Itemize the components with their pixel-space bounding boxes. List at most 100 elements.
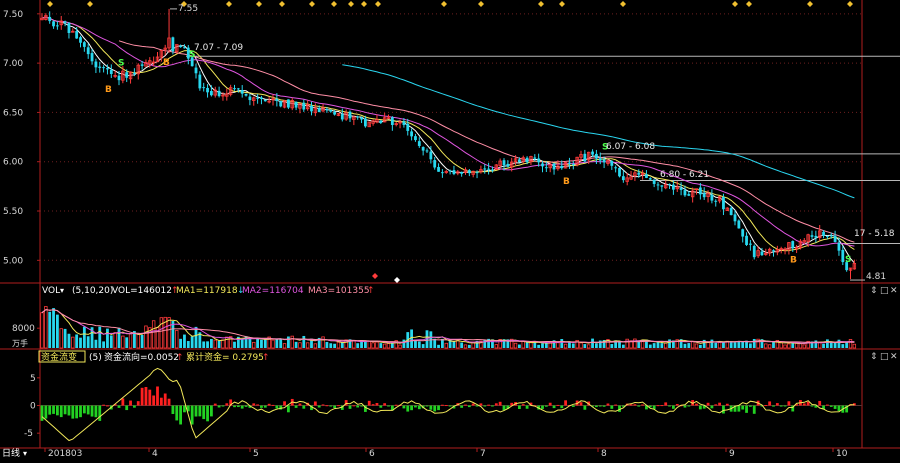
volume-bar: [749, 343, 752, 348]
vol-name[interactable]: VOL: [42, 286, 60, 296]
candle-body: [560, 165, 564, 169]
candle-body: [441, 172, 444, 174]
volume-bar: [837, 339, 841, 348]
period-selector[interactable]: 日线: [2, 447, 20, 459]
candle-body: [63, 21, 67, 23]
indicator-bar: [198, 405, 202, 417]
volume-bar: [121, 335, 125, 349]
indicator-bar: [494, 403, 498, 406]
indicator-bar: [444, 405, 448, 407]
indicator-bar: [48, 405, 52, 415]
volume-bar: [225, 336, 229, 349]
diamond-icon: [226, 1, 232, 7]
candle-body: [602, 159, 606, 163]
volume-bar: [444, 342, 448, 349]
indicator-name[interactable]: 资金流变: [41, 351, 77, 363]
close-icon[interactable]: ✕: [890, 286, 898, 296]
indicator-bar: [779, 405, 783, 407]
candle-body: [822, 231, 825, 236]
volume-bar: [791, 342, 795, 348]
candle-body: [591, 151, 594, 155]
volume-bar: [814, 340, 818, 348]
indicator-bar: [375, 403, 379, 406]
indicator-bar: [714, 404, 718, 406]
volume-bar: [82, 326, 86, 348]
close-icon[interactable]: ✕: [890, 352, 898, 362]
volume-bar: [541, 343, 544, 348]
maximize-icon[interactable]: □: [880, 286, 889, 296]
volume-bar: [752, 338, 756, 348]
diamond-icon: [441, 1, 447, 7]
candle-body: [621, 176, 625, 181]
buy-signal-marker: B: [790, 256, 797, 266]
candle-body: [810, 235, 814, 237]
diamond-icon: [256, 1, 262, 7]
indicator-bar: [595, 405, 598, 408]
indicator-bar: [483, 405, 487, 407]
indicator-bar: [571, 405, 575, 407]
period-dropdown-icon[interactable]: ▾: [23, 449, 27, 458]
indicator-bar: [749, 405, 752, 407]
candle-body: [826, 236, 829, 238]
indicator-bar: [275, 405, 279, 409]
indicator-bar: [183, 405, 186, 413]
indicator-bar: [333, 405, 336, 408]
indicator-header: 资金流变 (5) 资金流向=0.0052 ↑ 累计资金= 0.2795 ↑: [38, 350, 270, 363]
candle-body: [406, 123, 410, 131]
candle-body: [240, 90, 244, 94]
candle-body: [433, 160, 437, 168]
indicator-bar: [367, 400, 371, 406]
volume-bar: [706, 342, 710, 349]
indicator-bar: [283, 401, 286, 406]
candle-body: [518, 159, 521, 163]
resize-icon[interactable]: ⇕: [870, 286, 878, 296]
candle-body: [67, 23, 71, 33]
volume-bar: [371, 342, 375, 349]
resize-icon[interactable]: ⇕: [870, 352, 878, 362]
volume-bar: [194, 326, 198, 348]
volume-bar: [56, 314, 59, 348]
candle-body: [483, 168, 487, 170]
volume-bar: [513, 342, 518, 349]
candle-body: [117, 75, 121, 81]
indicator-bar: [487, 404, 490, 406]
candle-body: [256, 97, 259, 99]
volume-bar: [410, 329, 413, 348]
volume-bar: [260, 339, 263, 348]
price-candles[interactable]: [40, 8, 857, 280]
volume-bar: [282, 343, 287, 349]
stock-chart[interactable]: 7.507.006.506.005.505.00 BS BSBSB S 7.55 4…: [0, 0, 900, 459]
volume-bar: [217, 340, 221, 348]
volume-unit-label: 万手: [12, 338, 28, 348]
volume-bar: [52, 308, 55, 348]
candle-body: [460, 172, 464, 174]
indicator-bar: [117, 405, 121, 408]
volume-bar: [240, 339, 244, 348]
ma60-line: [342, 64, 855, 199]
volume-bar: [67, 333, 71, 348]
indicator-bar: [417, 405, 421, 410]
volume-bar: [117, 327, 121, 348]
volume-tick-label: 8000: [12, 324, 35, 334]
vol-dropdown-icon[interactable]: ▾: [60, 286, 64, 295]
panel-controls[interactable]: ⇕ □ ✕⇕ □ ✕: [870, 286, 898, 362]
indicator-bar: [79, 405, 82, 418]
chart-window[interactable]: 7.50 7.00 6.50 6.00 5.50 5.00 BSBSBSBS 7.55 4…: [0, 0, 900, 459]
indicator-bar: [722, 405, 725, 414]
candle-body: [202, 87, 206, 89]
indicator-bar: [544, 405, 548, 407]
candle-body: [452, 170, 456, 175]
volume-bar: [329, 343, 333, 348]
x-axis: 日线 ▾ 201803 4 5 6 7 8 9 10: [2, 447, 848, 459]
indicator-bar: [383, 403, 387, 406]
volume-bar: [841, 344, 845, 348]
volume-bar: [256, 338, 259, 348]
volume-bar: [714, 342, 718, 348]
candle-body: [244, 93, 248, 96]
price-y-axis: 7.50 7.00 6.50 6.00 5.50 5.00: [3, 10, 40, 266]
candle-body: [317, 107, 321, 113]
candle-body: [702, 193, 706, 198]
volume-bar: [398, 344, 402, 349]
volume-bar: [694, 343, 699, 349]
maximize-icon[interactable]: □: [880, 352, 889, 362]
